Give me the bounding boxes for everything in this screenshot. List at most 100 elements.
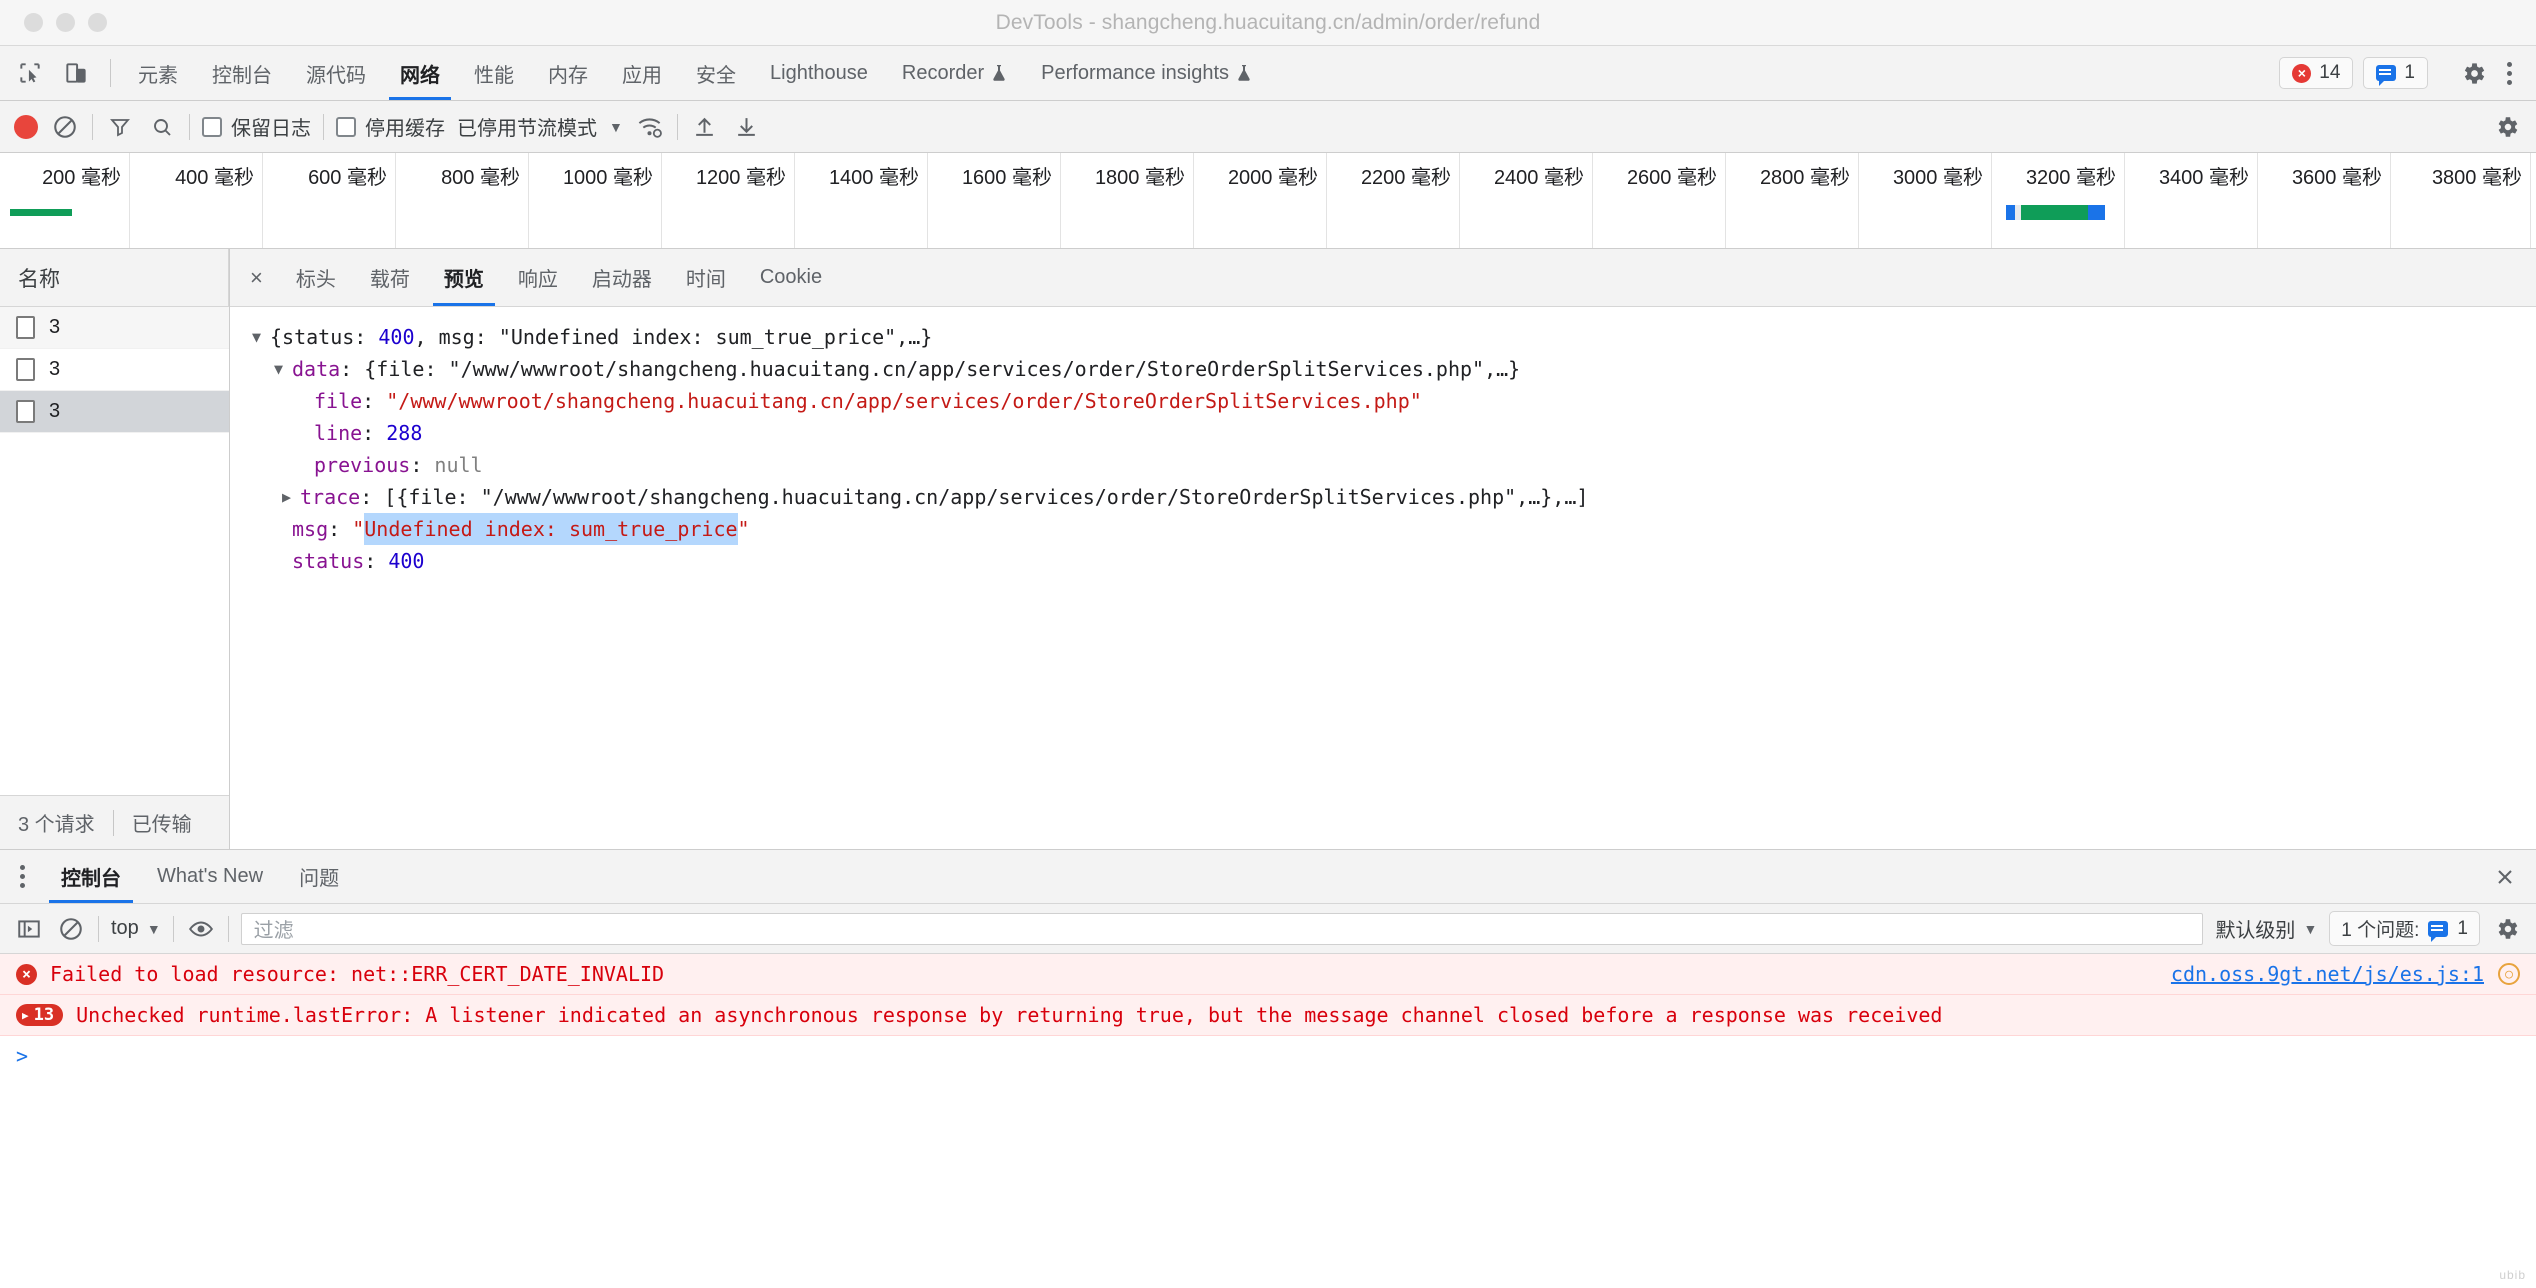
- tab-network[interactable]: 网络: [383, 46, 457, 100]
- json-text: :: [328, 517, 353, 541]
- drawer-tab-whats-new[interactable]: What's New: [139, 850, 281, 903]
- drawer-tab-console[interactable]: 控制台: [43, 850, 139, 903]
- throttling-select[interactable]: 已停用节流模式: [457, 112, 597, 141]
- tab-security[interactable]: 安全: [679, 46, 753, 100]
- gear-icon[interactable]: [2457, 57, 2489, 89]
- tab-label: 性能: [474, 64, 514, 87]
- console-error-group[interactable]: ▶ 13 Unchecked runtime.lastError: A list…: [0, 995, 2536, 1036]
- tab-payload[interactable]: 载荷: [353, 249, 427, 306]
- tick-label: 3600 毫秒: [2291, 167, 2382, 189]
- collapse-triangle-icon[interactable]: [282, 481, 298, 513]
- search-icon[interactable]: [147, 112, 177, 142]
- chevron-down-icon[interactable]: ▼: [609, 119, 623, 135]
- request-name: 3: [49, 358, 61, 380]
- tab-timing[interactable]: 时间: [669, 249, 743, 306]
- tab-response[interactable]: 响应: [501, 249, 575, 306]
- tab-label: 控制台: [61, 868, 121, 890]
- filter-icon[interactable]: [105, 112, 135, 142]
- network-toolbar-right: [2492, 112, 2522, 142]
- json-data-line[interactable]: data : {file: "/www/wwwroot/shangcheng.h…: [252, 353, 2536, 385]
- timeline-tick: 2800 毫秒: [1726, 153, 1859, 248]
- console-prompt[interactable]: >: [0, 1036, 2536, 1076]
- log-level-selector[interactable]: 默认级别 ▼: [2215, 914, 2317, 943]
- tab-initiator[interactable]: 启动器: [575, 249, 669, 306]
- request-list-column-header[interactable]: 名称: [0, 249, 229, 307]
- settings-gear-icon[interactable]: [2492, 112, 2522, 142]
- error-count-badge[interactable]: × 14: [2279, 57, 2354, 89]
- close-icon[interactable]: ×: [230, 249, 279, 306]
- error-icon: ×: [2292, 63, 2312, 83]
- json-string-selected: Undefined index: sum_true_price: [364, 513, 738, 545]
- tab-lighthouse[interactable]: Lighthouse: [753, 46, 885, 100]
- tab-application[interactable]: 应用: [605, 46, 679, 100]
- json-key: trace: [300, 485, 361, 509]
- json-string: "Undefined index: sum_true_price": [498, 325, 897, 349]
- live-expression-eye-icon[interactable]: [186, 914, 216, 944]
- toolbar-divider: [676, 113, 678, 140]
- console-filter-input[interactable]: 过滤: [240, 912, 2204, 945]
- error-count-label: 14: [2319, 62, 2341, 83]
- timeline-tick: 3800 毫秒: [2391, 153, 2531, 248]
- tab-performance[interactable]: 性能: [457, 46, 531, 100]
- message-source-link[interactable]: cdn.oss.9gt.net/js/es.js:1: [2171, 962, 2484, 986]
- tab-console[interactable]: 控制台: [195, 46, 289, 100]
- inspect-element-icon[interactable]: [14, 57, 46, 89]
- watermark: ubib: [2499, 1268, 2526, 1282]
- record-button[interactable]: [14, 114, 38, 139]
- checkbox-box[interactable]: [202, 116, 222, 137]
- json-trace-line[interactable]: trace : [{file: "/www/wwwroot/shangcheng…: [252, 481, 2536, 513]
- checkbox-box[interactable]: [336, 116, 356, 137]
- tab-recorder[interactable]: Recorder: [885, 46, 1024, 100]
- clear-network-log-icon[interactable]: [50, 112, 80, 142]
- table-row[interactable]: 3: [0, 349, 229, 391]
- close-drawer-icon[interactable]: [2490, 862, 2520, 892]
- console-settings-gear-icon[interactable]: [2492, 914, 2522, 944]
- tab-memory[interactable]: 内存: [531, 46, 605, 100]
- preserve-log-checkbox[interactable]: 保留日志: [202, 112, 311, 141]
- console-sidebar-toggle-icon[interactable]: [14, 914, 44, 944]
- drawer-right-controls: [2490, 850, 2536, 903]
- flask-icon: [1236, 64, 1252, 82]
- execution-context-selector[interactable]: top ▼: [111, 917, 161, 940]
- tick-label: 1200 毫秒: [695, 167, 786, 189]
- toolbar-divider: [98, 915, 99, 942]
- device-toolbar-icon[interactable]: [60, 57, 92, 89]
- tab-elements[interactable]: 元素: [121, 46, 195, 100]
- table-row[interactable]: 3: [0, 307, 229, 349]
- chevron-down-icon: ▼: [2303, 920, 2318, 937]
- json-key: status: [292, 549, 365, 573]
- filter-placeholder: 过滤: [253, 920, 294, 942]
- drawer-more-options-icon[interactable]: [0, 850, 43, 903]
- toolbar-divider: [323, 113, 324, 140]
- json-text: {status:: [270, 325, 379, 349]
- import-har-icon[interactable]: [690, 112, 720, 142]
- disable-cache-checkbox[interactable]: 停用缓存: [336, 112, 445, 141]
- tick-label: 200 毫秒: [42, 167, 121, 189]
- export-har-icon[interactable]: [732, 112, 762, 142]
- tick-label: 800 毫秒: [441, 167, 520, 189]
- issues-badge[interactable]: 1 个问题: 1: [2329, 911, 2480, 946]
- transferred-label: 已传输: [131, 814, 192, 836]
- expand-triangle-icon[interactable]: [274, 353, 290, 385]
- clear-console-icon[interactable]: [56, 914, 86, 944]
- network-overview-timeline[interactable]: 200 毫秒 400 毫秒 600 毫秒 800 毫秒 1000 毫秒 1200…: [0, 153, 2536, 249]
- drawer-tab-issues[interactable]: 问题: [281, 850, 357, 903]
- console-error-message[interactable]: × Failed to load resource: net::ERR_CERT…: [0, 954, 2536, 995]
- tab-cookies[interactable]: Cookie: [743, 249, 839, 306]
- json-root-line[interactable]: {status: 400 , msg: "Undefined index: su…: [252, 321, 2536, 353]
- network-conditions-icon[interactable]: [635, 112, 665, 142]
- table-row[interactable]: 3: [0, 391, 229, 433]
- tab-headers[interactable]: 标头: [279, 249, 353, 306]
- json-previous-line: previous : null: [252, 449, 2536, 481]
- tab-sources[interactable]: 源代码: [289, 46, 383, 100]
- tab-label: 问题: [299, 868, 340, 890]
- issues-label: 1 个问题:: [2341, 920, 2420, 941]
- message-count-badge[interactable]: 1: [2363, 57, 2428, 89]
- error-group-count-badge[interactable]: ▶ 13: [16, 1004, 64, 1026]
- tab-preview[interactable]: 预览: [427, 249, 501, 306]
- devtools-window: DevTools - shangcheng.huacuitang.cn/admi…: [0, 0, 2536, 1288]
- expand-triangle-icon[interactable]: [252, 321, 268, 353]
- tab-performance-insights[interactable]: Performance insights: [1024, 46, 1269, 100]
- timeline-tick: 2400 毫秒: [1460, 153, 1593, 248]
- more-options-icon[interactable]: [2499, 58, 2520, 89]
